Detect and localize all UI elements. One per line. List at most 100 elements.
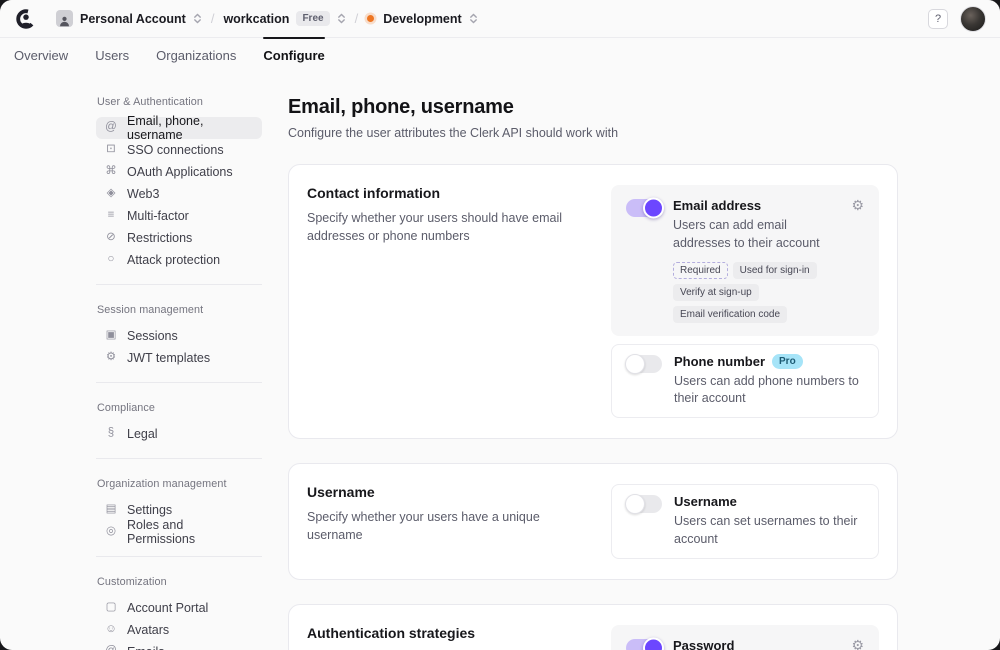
card-contact-information: Contact information Specify whether your…	[288, 164, 898, 439]
sidebar-item-label: Sessions	[127, 329, 178, 343]
sidebar-item-label: Email, phone, username	[127, 114, 254, 142]
sidebar-item-attack-protection[interactable]: ○ Attack protection	[96, 249, 262, 271]
account-label: Personal Account	[80, 12, 186, 26]
topbar-actions: ?	[928, 6, 986, 32]
sidebar-item-jwt-templates[interactable]: ⚙ JWT templates	[96, 347, 262, 369]
badge-email-verification-code: Email verification code	[673, 306, 787, 323]
card-username: Username Specify whether your users have…	[288, 463, 898, 580]
card-controls: Username Users can set usernames to thei…	[611, 484, 879, 559]
username-toggle[interactable]	[627, 495, 662, 513]
help-button[interactable]: ?	[928, 9, 948, 29]
fingerprint-icon: @	[104, 122, 118, 134]
feature-description: Users can set usernames to their account	[674, 513, 863, 549]
card-heading-block: Username Specify whether your users have…	[307, 484, 611, 559]
tab-users[interactable]: Users	[95, 38, 129, 72]
sidebar-section-organization-management: Organization management ▤ Settings ◎ Rol…	[96, 478, 262, 557]
sidebar-item-avatars[interactable]: ☺ Avatars	[96, 619, 262, 641]
gear-icon[interactable]: ⚙	[851, 198, 864, 212]
toggle-knob	[643, 637, 664, 650]
top-bar: Personal Account / workcation Free / Dev…	[0, 0, 1000, 38]
section-label: Customization	[97, 576, 262, 588]
chevron-updown-icon	[337, 13, 346, 24]
roles-icon: ◎	[104, 526, 118, 538]
sidebar-item-label: JWT templates	[127, 351, 210, 365]
nav-tabbar: Overview Users Organizations Configure	[0, 38, 1000, 72]
tab-organizations[interactable]: Organizations	[156, 38, 236, 72]
card-title: Contact information	[307, 185, 589, 201]
sidebar-item-label: OAuth Applications	[127, 165, 233, 179]
sidebar-item-label: Settings	[127, 503, 172, 517]
sidebar-item-legal[interactable]: § Legal	[96, 423, 262, 445]
card-controls: Password Users can sign in with a passwo…	[611, 625, 879, 650]
chevron-updown-icon	[469, 13, 478, 24]
feature-row-password: Password Users can sign in with a passwo…	[611, 625, 879, 650]
feature-title: Phone number	[674, 354, 765, 369]
gear-icon[interactable]: ⚙	[851, 638, 864, 650]
section-label: User & Authentication	[97, 96, 262, 108]
breadcrumb-separator: /	[355, 11, 359, 26]
settings-doc-icon: ▤	[104, 504, 118, 516]
tab-configure[interactable]: Configure	[263, 38, 324, 72]
toggle-knob	[625, 354, 645, 374]
main-panel: Email, phone, username Configure the use…	[288, 96, 898, 650]
user-avatar[interactable]	[960, 6, 986, 32]
shield-icon: ○	[104, 254, 118, 266]
sidebar-item-email-phone-username[interactable]: @ Email, phone, username	[96, 117, 262, 139]
email-address-toggle[interactable]	[626, 199, 661, 217]
breadcrumb-application[interactable]: workcation Free	[223, 11, 345, 26]
card-title: Authentication strategies	[307, 625, 589, 641]
instance-label: Development	[383, 12, 462, 26]
tab-overview[interactable]: Overview	[14, 38, 68, 72]
email-at-icon: @	[104, 646, 118, 650]
sidebar-item-label: SSO connections	[127, 143, 224, 157]
sidebar-item-sso-connections[interactable]: ⊡ SSO connections	[96, 139, 262, 161]
card-description: Specify whether your users have a unique…	[307, 508, 589, 544]
breadcrumb-separator: /	[211, 11, 215, 26]
feature-row-email-address: Email address Users can add email addres…	[611, 185, 879, 336]
phone-number-toggle[interactable]	[627, 355, 662, 373]
sidebar-item-multi-factor[interactable]: ≡ Multi-factor	[96, 205, 262, 227]
section-label: Organization management	[97, 478, 262, 490]
badge-verify-at-sign-up: Verify at sign-up	[673, 284, 759, 301]
development-dot-icon	[367, 15, 374, 22]
breadcrumb-instance[interactable]: Development	[367, 12, 478, 26]
application-label: workcation	[223, 12, 289, 26]
breadcrumb-account[interactable]: Personal Account	[56, 10, 202, 27]
account-avatar	[56, 10, 73, 27]
sidebar-item-label: Restrictions	[127, 231, 192, 245]
sidebar-item-emails[interactable]: @ Emails	[96, 641, 262, 650]
sidebar-section-user-authentication: User & Authentication @ Email, phone, us…	[96, 96, 262, 285]
sidebar-item-label: Attack protection	[127, 253, 220, 267]
sidebar-section-customization: Customization ▢ Account Portal ☺ Avatars…	[96, 576, 262, 650]
password-toggle[interactable]	[626, 639, 661, 650]
sidebar-item-label: Legal	[127, 427, 158, 441]
sidebar-item-oauth-applications[interactable]: ⌘ OAuth Applications	[96, 161, 262, 183]
badge-used-for-sign-in: Used for sign-in	[733, 262, 817, 279]
portal-window-icon: ▢	[104, 602, 118, 614]
lock-icon: ⊘	[104, 232, 118, 244]
badge-required: Required	[673, 262, 728, 279]
toggle-knob	[643, 198, 664, 219]
card-heading-block: Contact information Specify whether your…	[307, 185, 611, 418]
toggle-knob	[625, 494, 645, 514]
sidebar-item-web3[interactable]: ◈ Web3	[96, 183, 262, 205]
feature-row-username: Username Users can set usernames to thei…	[611, 484, 879, 559]
sidebar-item-label: Avatars	[127, 623, 169, 637]
page-title: Email, phone, username	[288, 96, 898, 119]
feature-title: Password	[673, 638, 734, 650]
feature-body: Email address Users can add email addres…	[673, 198, 843, 323]
sidebar-item-restrictions[interactable]: ⊘ Restrictions	[96, 227, 262, 249]
feature-title: Email address	[673, 198, 761, 213]
sidebar-item-label: Multi-factor	[127, 209, 189, 223]
clerk-logo-icon[interactable]	[14, 7, 38, 31]
sidebar-item-roles-and-permissions[interactable]: ◎ Roles and Permissions	[96, 521, 262, 543]
sidebar-item-label: Account Portal	[127, 601, 208, 615]
sidebar-item-account-portal[interactable]: ▢ Account Portal	[96, 597, 262, 619]
web3-diamond-icon: ◈	[104, 188, 118, 200]
feature-body: Password Users can sign in with a passwo…	[673, 638, 843, 650]
sidebar-item-sessions[interactable]: ▣ Sessions	[96, 325, 262, 347]
sidebar-item-label: Roles and Permissions	[127, 518, 254, 546]
card-title: Username	[307, 484, 589, 500]
legal-icon: §	[104, 428, 118, 440]
card-authentication-strategies: Authentication strategies Select the aut…	[288, 604, 898, 650]
